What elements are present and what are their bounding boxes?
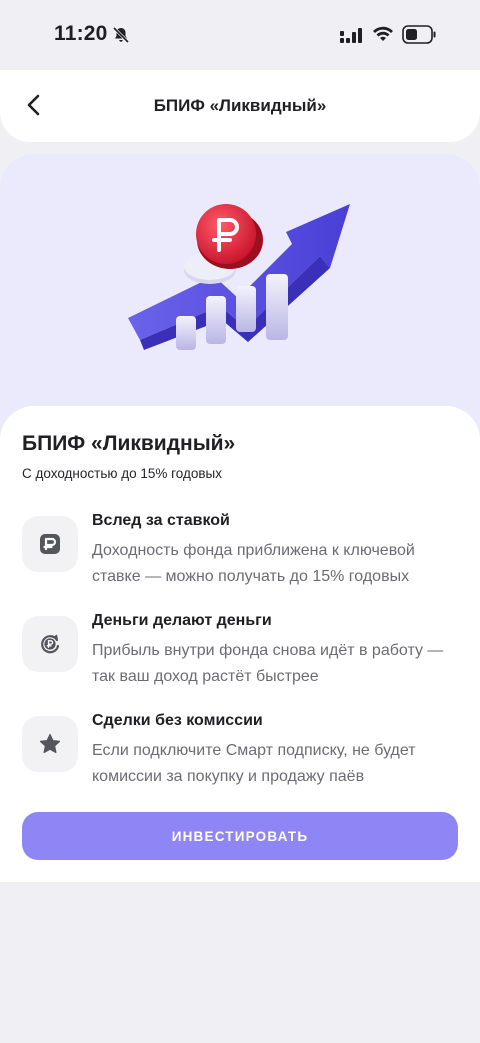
header: БПИФ «Ликвидный» xyxy=(0,70,480,142)
fund-info-card: БПИФ «Ликвидный» С доходностью до 15% го… xyxy=(0,406,480,882)
feature-text: Прибыль внутри фонда снова идёт в работу… xyxy=(92,642,444,685)
feature-title: Сделки без комиссии xyxy=(92,712,263,729)
growth-arrow-illustration xyxy=(128,204,350,350)
feature-icon-box xyxy=(22,616,78,672)
feature-text: Доходность фонда приближена к ключевой с… xyxy=(92,542,415,585)
invest-button[interactable]: ИНВЕСТИРОВАТЬ xyxy=(22,812,458,860)
feature-icon-box xyxy=(22,716,78,772)
bell-muted-icon xyxy=(112,26,130,44)
fund-subtitle: С доходностью до 15% годовых xyxy=(22,466,222,481)
feature-title: Вслед за ставкой xyxy=(92,512,230,529)
ruble-cycle-icon xyxy=(41,634,60,654)
feature-item: Вслед за ставкой Доходность фонда прибли… xyxy=(22,512,462,592)
battery-icon xyxy=(402,25,436,44)
status-bar: 11:20 xyxy=(0,0,480,70)
feature-title: Деньги делают деньги xyxy=(92,612,272,629)
feature-icon-box xyxy=(22,516,78,572)
status-time: 11:20 xyxy=(54,22,108,45)
rate-icon xyxy=(40,534,60,554)
feature-text: Если подключите Смарт подписку, не будет… xyxy=(92,742,416,785)
wifi-icon xyxy=(373,26,393,41)
page-title: БПИФ «Ликвидный» xyxy=(153,96,327,115)
feature-item: Сделки без комиссии Если подключите Смар… xyxy=(22,712,462,792)
signal-icon xyxy=(340,28,362,43)
star-icon xyxy=(39,733,61,754)
feature-item: Деньги делают деньги Прибыль внутри фонд… xyxy=(22,612,462,692)
fund-title: БПИФ «Ликвидный» xyxy=(22,432,236,455)
